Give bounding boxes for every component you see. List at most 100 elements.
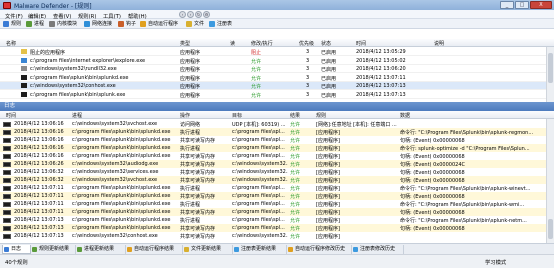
tab-autorun-history[interactable]: 自动运行程序修改历史 <box>287 245 352 254</box>
mode-status: 学习模式 <box>485 260 507 266</box>
log-data: 句柄: (Event) 0x0000024C <box>400 162 465 168</box>
tab-file-update[interactable]: 文件更新结果 <box>183 245 233 254</box>
log-col-result[interactable]: 结果 <box>290 112 300 119</box>
log-target: c:\program files\spl... <box>232 225 285 231</box>
log-col-data[interactable]: 数据 <box>400 112 410 119</box>
log-rule: [应用程序] <box>316 226 340 232</box>
table-row[interactable]: c:\windows\system32\rundll32.exe 应用程序 允许 3 已… <box>0 65 546 73</box>
log-target: c:\program files\spl... <box>232 145 285 151</box>
log-rule: [应用程序] <box>316 194 340 200</box>
col-time[interactable]: 时间 <box>356 40 366 47</box>
rule-action: 允许 <box>251 75 262 82</box>
log-process: c:\program files\splunk\bin\splunkd.exe <box>72 201 171 207</box>
log-row[interactable]: 2018/4/12 13:07:13 c:\program files\splun… <box>0 224 546 232</box>
minimize-button[interactable]: _ <box>500 1 514 9</box>
table-row[interactable]: c:\program files\splunk\bin\splunkd.exe 应… <box>0 74 546 82</box>
toolbar-network-button[interactable]: 网络连接 <box>84 20 112 28</box>
program-icon <box>21 66 27 71</box>
col-name[interactable]: 名称 <box>6 40 16 47</box>
log-col-target[interactable]: 目标 <box>232 112 242 119</box>
tab-rules-update[interactable]: 规则更新结果 <box>31 245 76 254</box>
status-bar: 40个规则 学习模式 <box>0 254 554 268</box>
log-row[interactable]: 2018/4/12 13:07:13 c:\windows\system32\co… <box>0 232 546 240</box>
process-icon <box>3 145 11 151</box>
log-row[interactable]: 2018/4/12 13:06:26 c:\windows\system32\au… <box>0 160 546 168</box>
maximize-button[interactable]: □ <box>515 1 529 9</box>
log-row[interactable]: 2018/4/12 13:07:11 c:\program files\splun… <box>0 184 546 192</box>
col-state[interactable]: 状态 <box>321 40 331 47</box>
program-icon <box>21 74 27 80</box>
tab-registry-history[interactable]: 注册表修改历史 <box>352 245 404 254</box>
log-row[interactable]: 2018/4/12 13:07:11 c:\program files\splun… <box>0 208 546 216</box>
log-scrollbar-thumb[interactable] <box>548 219 553 239</box>
col-type[interactable]: 类型 <box>180 40 190 47</box>
col-note[interactable]: 说明 <box>434 40 444 47</box>
process-icon <box>3 161 11 167</box>
log-col-op[interactable]: 操作 <box>180 112 190 119</box>
table-row[interactable]: c:\program files\splunk\bin\splunk.exe 应用… <box>0 91 546 99</box>
col-priority[interactable]: 优先级 <box>299 40 314 47</box>
log-result: 允许 <box>290 170 301 176</box>
col-action[interactable]: 修改/执行 <box>251 40 273 47</box>
log-col-rule[interactable]: 规则 <box>316 112 326 119</box>
rule-state: 已启用 <box>321 75 337 82</box>
log-row[interactable]: 2018/4/12 13:06:16 c:\program files\splun… <box>0 144 546 152</box>
registry-update-icon <box>234 247 239 252</box>
toolbar-process-button[interactable]: 进程 <box>26 20 44 28</box>
toolbar-file-button[interactable]: 文件 <box>186 20 204 28</box>
log-col-time[interactable]: 时间 <box>6 112 16 119</box>
log-result: 允许 <box>290 138 301 144</box>
log-rule: [应用程序] <box>316 210 340 216</box>
log-result: 允许 <box>290 146 301 152</box>
table-row[interactable]: 阻止的应用程序 应用程序 阻止 3 已启用 2018/4/12 13:05:29 <box>0 48 546 56</box>
table-row[interactable]: c:\windows\system32\conhost.exe 应用程序 允许 3 已启… <box>0 82 546 90</box>
toolbar-hook-button[interactable]: 钩子 <box>118 20 136 28</box>
tab-registry-update[interactable]: 注册表更新结果 <box>233 245 287 254</box>
log-row[interactable]: 2018/4/12 13:07:11 c:\program files\splun… <box>0 200 546 208</box>
toolbar-autorun-button[interactable]: 自动运行程序 <box>140 20 178 28</box>
log-col-process[interactable]: 进程 <box>72 112 82 119</box>
log-process: c:\program files\splunk\bin\splunkd.exe <box>72 209 171 215</box>
toolbar-kernel-button[interactable]: 内核模块 <box>49 20 77 28</box>
toolbar-registry-button[interactable]: 注册表 <box>209 20 232 28</box>
log-row[interactable]: 2018/4/12 13:06:32 c:\windows\system32\sv… <box>0 176 546 184</box>
process-icon <box>3 209 11 215</box>
table-row[interactable]: c:\program files\internet explorer\iexpl… <box>0 57 546 65</box>
rule-name: c:\program files\splunk\bin\splunk.exe <box>30 91 126 98</box>
refresh-icon[interactable]: ↻ <box>195 11 202 18</box>
log-row[interactable]: 2018/4/12 13:07:11 c:\program files\splun… <box>0 192 546 200</box>
log-time: 2018/4/12 13:06:16 <box>14 137 64 143</box>
log-row[interactable]: 2018/4/12 13:06:16 c:\windows\system32\sv… <box>0 120 546 128</box>
log-process: c:\program files\splunk\bin\splunkd.exe <box>72 225 171 231</box>
rule-priority: 3 <box>306 49 310 55</box>
log-row[interactable]: 2018/4/12 13:06:16 c:\program files\splun… <box>0 128 546 136</box>
log-target: c:\program files\spl... <box>232 201 285 207</box>
log-rule: [应用程序] <box>316 170 340 176</box>
rules-scrollbar[interactable] <box>546 47 554 102</box>
close-button[interactable]: X <box>530 1 552 9</box>
log-row[interactable]: 2018/4/12 13:06:32 c:\windows\system32\se… <box>0 168 546 176</box>
tab-process-update[interactable]: 进程更新结果 <box>76 245 126 254</box>
log-row[interactable]: 2018/4/12 13:06:16 c:\program files\splun… <box>0 136 546 144</box>
log-table-body: 2018/4/12 13:06:16 c:\windows\system32\sv… <box>0 120 546 243</box>
process-icon <box>3 193 11 199</box>
log-row[interactable]: 2018/4/12 13:06:16 c:\program files\splun… <box>0 152 546 160</box>
back-icon[interactable]: ‹ <box>179 11 186 18</box>
registry-history-icon <box>353 247 358 252</box>
rule-action: 允许 <box>251 58 262 65</box>
log-data: 命令行: "C:\Program Files\Splunk\bin\splunk… <box>400 202 525 208</box>
tab-log[interactable]: 日志 <box>2 245 31 254</box>
toolbar-rules-button[interactable]: 规则 <box>3 20 21 28</box>
col-read[interactable]: 读 <box>230 40 235 47</box>
tab-autorun-result[interactable]: 自动运行程序结果 <box>126 245 183 254</box>
rules-scrollbar-thumb[interactable] <box>548 53 553 83</box>
log-data: 句柄: (Event) 0x00000068 <box>400 210 465 216</box>
log-scrollbar[interactable] <box>546 119 554 243</box>
forward-icon[interactable]: › <box>187 11 194 18</box>
settings-icon[interactable]: ⚙ <box>203 11 210 18</box>
program-icon <box>21 57 27 63</box>
log-op: 执行进程 <box>180 130 201 136</box>
log-process: c:\program files\splunk\bin\splunkd.exe <box>72 153 171 159</box>
log-row[interactable]: 2018/4/12 13:07:13 c:\program files\splun… <box>0 216 546 224</box>
log-process: c:\windows\system32\audiodg.exe <box>72 161 159 167</box>
